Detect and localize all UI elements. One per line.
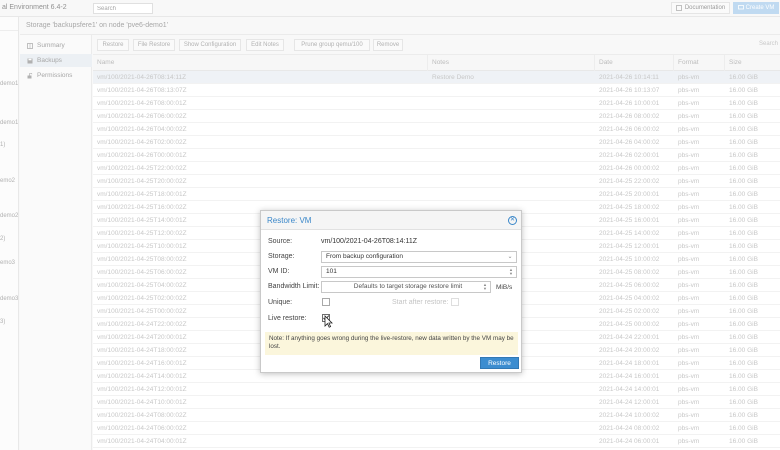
start-after-restore-checkbox[interactable] — [451, 298, 459, 306]
vmid-value: 101 — [326, 268, 337, 275]
storage-select[interactable]: From backup configuration ⌄ — [321, 251, 517, 263]
vmid-label: VM ID: — [268, 268, 290, 275]
storage-select-value: From backup configuration — [326, 253, 403, 260]
spinner-arrows-icon[interactable]: ▲ ▼ — [482, 283, 488, 291]
source-value: vm/100/2021-04-26T08:14:11Z — [321, 238, 417, 245]
mouse-cursor-icon — [324, 315, 333, 328]
close-icon[interactable]: ✕ — [508, 216, 517, 225]
unique-checkbox[interactable] — [322, 298, 330, 306]
bwlimit-label: Bandwidth Limit: — [268, 283, 320, 290]
source-label: Source: — [268, 238, 293, 245]
bwlimit-placeholder: Defaults to target storage restore limit — [353, 283, 463, 290]
storage-label: Storage: — [268, 253, 295, 260]
chevron-down-icon[interactable]: ⌄ — [506, 252, 514, 262]
vmid-spinner[interactable]: 101 ▲ ▼ — [321, 266, 517, 278]
bwlimit-input[interactable]: Defaults to target storage restore limit… — [321, 281, 491, 293]
restore-vm-dialog: Restore: VM ✕ Source: vm/100/2021-04-26T… — [260, 210, 522, 373]
bwlimit-unit: MiB/s — [496, 284, 513, 291]
dialog-title-bar: Restore: VM ✕ — [261, 211, 521, 230]
restore-button[interactable]: Restore — [480, 357, 519, 369]
live-restore-note: Note: If anything goes wrong during the … — [265, 332, 518, 355]
unique-label: Unique: — [268, 299, 293, 306]
dialog-title: Restore: VM — [267, 216, 312, 225]
live-restore-label: Live restore: — [268, 315, 307, 322]
spinner-arrows-icon[interactable]: ▲ ▼ — [508, 268, 514, 276]
start-after-restore-label: Start after restore: — [392, 299, 449, 306]
